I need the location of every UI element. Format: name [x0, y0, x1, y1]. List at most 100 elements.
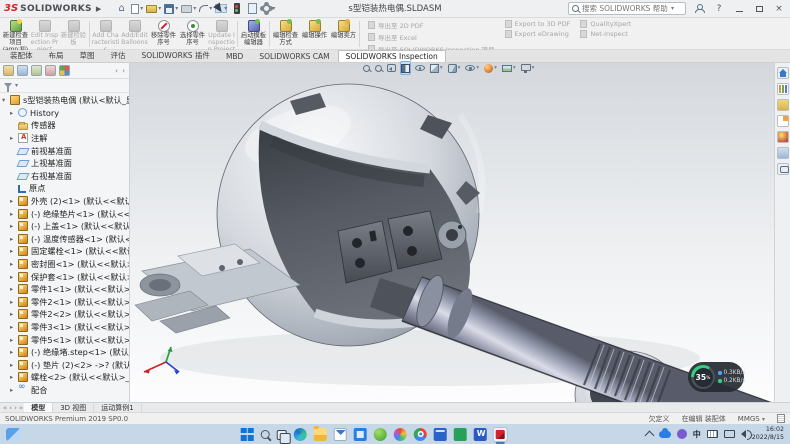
property-manager-tab-icon[interactable]: [17, 65, 28, 76]
expand-arrow-icon[interactable]: ▾: [2, 96, 10, 104]
wps-icon[interactable]: [454, 428, 467, 441]
minimize-button[interactable]: [732, 2, 746, 16]
forum-icon[interactable]: [777, 163, 789, 175]
tree-item-history[interactable]: ▸History: [0, 107, 129, 120]
taskbar-clock[interactable]: 16:02 2022/8/15: [752, 426, 784, 441]
options-button[interactable]: ▾: [262, 4, 275, 13]
select-balloons-button[interactable]: 选择零件序号: [178, 19, 207, 49]
tabs-scroll-last-icon[interactable]: »: [19, 404, 23, 412]
tree-filter-row[interactable]: ▾: [0, 79, 129, 93]
remove-balloons-button[interactable]: 移除零件序号: [149, 19, 178, 49]
section-view-icon[interactable]: [400, 61, 411, 75]
export-edrawing-item[interactable]: Export eDrawing: [505, 30, 571, 38]
export-2d-pdf-item[interactable]: 导出至 2D PDF: [368, 20, 495, 30]
tree-item-component[interactable]: ▸固定螺栓<1> (默认<<默认>_显示: [0, 245, 129, 258]
edit-inspection-methods-button[interactable]: 编辑检查方式: [271, 19, 300, 49]
undo-button[interactable]: ▾: [199, 5, 212, 12]
tray-expand-chevron-icon[interactable]: [644, 431, 654, 441]
display-style-icon[interactable]: ▾: [447, 61, 462, 75]
start-menu-icon[interactable]: [241, 428, 254, 441]
units-selector[interactable]: MMGS ▾: [738, 415, 765, 423]
view-palette-icon[interactable]: [777, 115, 789, 127]
login-button[interactable]: [692, 2, 706, 16]
microsoft-store-icon[interactable]: [354, 428, 367, 441]
file-explorer-icon[interactable]: [777, 99, 789, 111]
appearances-icon[interactable]: [777, 131, 789, 143]
tree-item-top-plane[interactable]: 上视基准面: [0, 157, 129, 170]
tab-sketch[interactable]: 草图: [72, 48, 103, 62]
configuration-manager-tab-icon[interactable]: [31, 65, 42, 76]
tab-evaluate[interactable]: 评估: [103, 48, 134, 62]
dimxpert-manager-tab-icon[interactable]: [45, 65, 56, 76]
doc-tab-motion-study[interactable]: 运动算例1: [94, 403, 141, 413]
dynamic-annotation-icon[interactable]: [414, 61, 426, 75]
help-button[interactable]: ?: [712, 2, 726, 16]
net-inspect-item[interactable]: Net-Inspect: [580, 30, 631, 38]
doc-tab-3d-views[interactable]: 3D 视图: [53, 403, 94, 413]
graphics-viewport[interactable]: ▾ ▾ ▾ ▾ ▾ ▾ 35%: [130, 63, 774, 402]
tabs-scroll-prev-icon[interactable]: ‹: [9, 404, 12, 412]
new-inspection-project-button[interactable]: 新建检查项目(amp;和): [1, 19, 30, 49]
export-excel-item[interactable]: 导出至 Excel: [368, 32, 495, 42]
performance-monitor-widget[interactable]: 35% 0.3KB/s 0.2KB/s: [688, 362, 744, 392]
tree-item-component[interactable]: ▸零件1<1> (默认<<默认>_显示状态: [0, 283, 129, 296]
view-settings-icon[interactable]: ▾: [520, 61, 536, 75]
tree-item-component[interactable]: ▸(-) 上盖<1> (默认<<默认>_显示状: [0, 220, 129, 233]
edge-browser-icon[interactable]: [294, 428, 307, 441]
tab-solidworks-cam[interactable]: SOLIDWORKS CAM: [251, 50, 337, 62]
browser-colorful-icon[interactable]: [394, 428, 407, 441]
touch-keyboard-icon[interactable]: [707, 430, 718, 438]
tab-addins[interactable]: SOLIDWORKS 插件: [134, 48, 218, 62]
export-3d-pdf-item[interactable]: Export to 3D PDF: [505, 20, 571, 28]
edit-vendors-button[interactable]: 编辑卖方: [329, 19, 358, 49]
zoom-area-icon[interactable]: [374, 61, 383, 75]
filter-caret-icon[interactable]: ▾: [15, 82, 18, 89]
task-view-icon[interactable]: [277, 430, 287, 440]
search-input[interactable]: [582, 4, 668, 13]
add-characteristic-button[interactable]: Add Characteristic: [91, 19, 120, 49]
chrome-icon[interactable]: [414, 428, 427, 441]
edit-appearance-icon[interactable]: ▾: [483, 61, 498, 75]
taskbar-search-icon[interactable]: [261, 430, 270, 439]
speaker-icon[interactable]: [741, 430, 746, 438]
edit-inspection-project-button[interactable]: Edit Inspection Project: [30, 19, 59, 49]
ime-language-indicator[interactable]: 中: [693, 429, 701, 440]
tree-root-assembly[interactable]: ▾s型铠装热电偶 (默认<默认_显示状态-1: [0, 94, 129, 107]
hide-show-items-icon[interactable]: ▾: [464, 61, 480, 75]
tree-item-component[interactable]: ▸零件3<1> (默认<<默认>_显示状态: [0, 321, 129, 334]
tags-icon[interactable]: [777, 414, 785, 423]
featuremanager-tree-tab-icon[interactable]: [3, 65, 14, 76]
add-edit-balloons-button[interactable]: Add/Edit Balloons: [120, 19, 149, 49]
display-manager-tab-icon[interactable]: [59, 65, 70, 76]
file-properties-button[interactable]: [246, 2, 259, 15]
tree-item-mates[interactable]: ▸配合: [0, 384, 129, 397]
tabs-scroll-first-icon[interactable]: «: [3, 404, 7, 412]
solidworks-resources-icon[interactable]: [777, 67, 789, 79]
tree-item-front-plane[interactable]: 前视基准面: [0, 144, 129, 157]
tree-item-component[interactable]: ▸零件2<1> (默认<<默认>_显示状态: [0, 296, 129, 309]
tree-item-component[interactable]: ▸(-) 绝缘堵.step<1> (默认<<默认>: [0, 346, 129, 359]
new-document-button[interactable]: ▾: [131, 4, 143, 14]
search-caret-icon[interactable]: ▾: [671, 5, 674, 12]
teams-icon[interactable]: [677, 429, 687, 439]
tree-item-component[interactable]: ▸(-) 绝缘垫片<1> (默认<<默认>_显: [0, 207, 129, 220]
tree-item-component[interactable]: ▸(-) 垫片 (2)<2> ->? (默认<<默认>: [0, 358, 129, 371]
onedrive-icon[interactable]: [659, 431, 671, 438]
mail-icon[interactable]: [334, 428, 347, 441]
update-inspection-project-button[interactable]: Update Inspection Project: [207, 19, 236, 49]
tree-item-component[interactable]: ▸外壳 (2)<1> (默认<<默认>_显示状: [0, 195, 129, 208]
tree-item-component[interactable]: ▸密封圈<1> (默认<<默认>_显示状: [0, 258, 129, 271]
custom-properties-icon[interactable]: [777, 147, 789, 159]
tree-item-origin[interactable]: 原点: [0, 182, 129, 195]
3d-model-thermocouple-assembly[interactable]: [130, 63, 774, 402]
tree-item-annotations[interactable]: ▸注解: [0, 132, 129, 145]
restore-button[interactable]: [752, 2, 766, 16]
notes-app-icon[interactable]: [434, 428, 447, 441]
tree-item-right-plane[interactable]: 右视基准面: [0, 170, 129, 183]
solidworks-taskbar-icon[interactable]: [494, 428, 507, 441]
launch-template-editor-button[interactable]: 启动模板编辑器: [239, 19, 268, 49]
tab-mbd[interactable]: MBD: [218, 50, 251, 62]
save-button[interactable]: ▾: [164, 4, 178, 14]
tree-item-component[interactable]: ▸零件2<2> (默认<<默认>_显示状态: [0, 308, 129, 321]
menu-flyout-arrow-icon[interactable]: ▶: [96, 5, 101, 13]
